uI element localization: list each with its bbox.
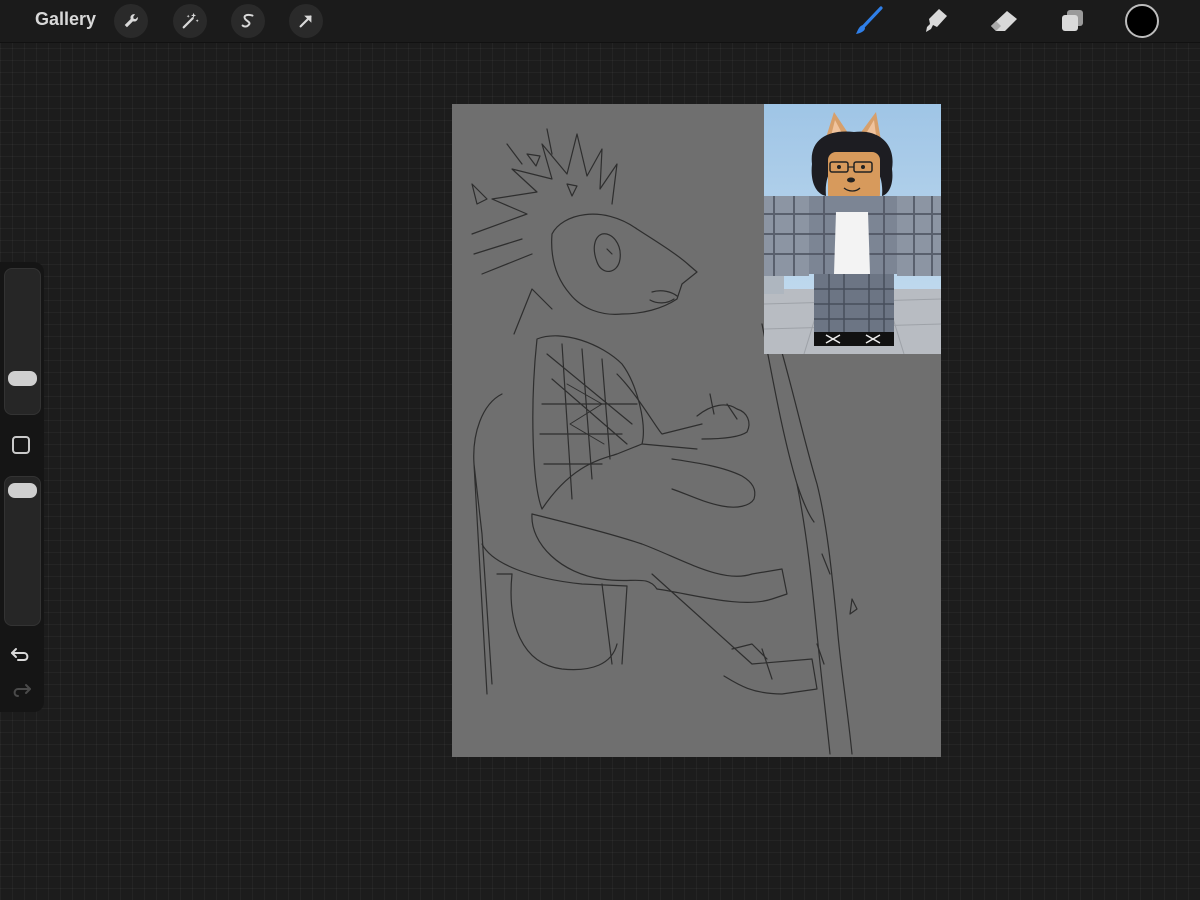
redo-icon: [13, 684, 31, 697]
eraser-icon: [991, 11, 1017, 31]
reference-avatar-image: [764, 104, 941, 354]
adjustments-button[interactable]: [173, 4, 207, 38]
layers-button[interactable]: [1054, 4, 1090, 38]
opacity-slider[interactable]: [4, 476, 41, 626]
wrench-icon: [124, 14, 138, 28]
brush-tool-button[interactable]: [851, 4, 887, 38]
modify-button[interactable]: [12, 436, 30, 454]
gallery-button[interactable]: Gallery: [35, 9, 96, 30]
brush-size-slider[interactable]: [4, 268, 41, 415]
smudge-tool-button[interactable]: [918, 4, 954, 38]
selection-button[interactable]: [231, 4, 265, 38]
redo-button[interactable]: [10, 680, 34, 700]
eraser-tool-button[interactable]: [986, 4, 1022, 38]
layers-icon: [1062, 10, 1083, 31]
opacity-thumb[interactable]: [8, 482, 37, 498]
undo-icon: [11, 648, 29, 661]
brush-icon: [856, 6, 883, 34]
smudge-icon: [926, 9, 947, 32]
color-picker-button[interactable]: [1125, 4, 1159, 38]
magic-wand-icon: [182, 12, 199, 29]
arrow-cursor-icon: [299, 15, 312, 28]
undo-button[interactable]: [10, 644, 34, 664]
brush-size-thumb[interactable]: [8, 371, 37, 387]
top-toolbar: Gallery: [0, 0, 1200, 43]
side-toolbar: [0, 262, 44, 712]
transform-button[interactable]: [289, 4, 323, 38]
actions-button[interactable]: [114, 4, 148, 38]
reference-image[interactable]: [764, 104, 941, 354]
selection-s-icon: [241, 13, 254, 28]
